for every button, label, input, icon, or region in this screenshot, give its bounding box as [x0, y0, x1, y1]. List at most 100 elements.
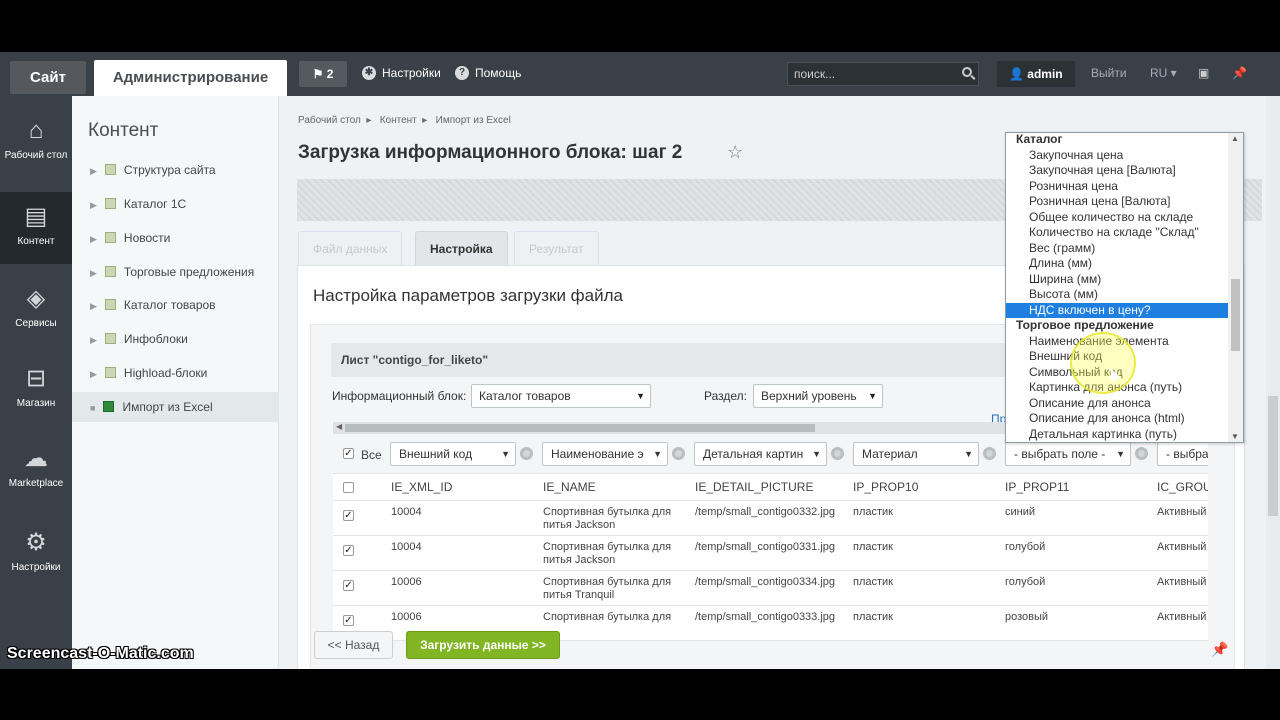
menu-item-infoblocks[interactable]: ▶ Инфоблоки: [72, 324, 279, 354]
breadcrumb-link[interactable]: Контент: [380, 115, 417, 126]
row-checkbox[interactable]: ✓: [343, 615, 354, 626]
document-icon: ▤: [24, 203, 48, 230]
gear-icon[interactable]: [520, 447, 533, 460]
dropdown-option[interactable]: Вес (грамм): [1006, 241, 1230, 257]
field-select-value: Внешний код: [399, 447, 473, 461]
tab-result[interactable]: Результат: [514, 231, 599, 266]
dropdown-option-selected[interactable]: НДС включен в цену?: [1006, 302, 1230, 318]
field-dropdown-list[interactable]: Каталог Закупочная цена Закупочная цена …: [1005, 132, 1244, 443]
table-row[interactable]: ✓ 10006 Спортивная бутылка для питья Tra…: [333, 571, 1208, 606]
dropdown-option[interactable]: Закупочная цена [Валюта]: [1006, 163, 1230, 179]
menu-item-site-structure[interactable]: ▶ Структура сайта: [72, 155, 279, 185]
iblock-label: Информационный блок:: [332, 389, 467, 403]
gear-icon[interactable]: [1135, 447, 1148, 460]
column-header: IE_DETAIL_PICTURE: [695, 480, 814, 494]
field-select-4[interactable]: Материал ▼: [853, 442, 979, 466]
dropdown-option[interactable]: Ширина (мм): [1006, 272, 1230, 288]
folder-icon: [104, 266, 116, 277]
language-select[interactable]: RU ▾: [1150, 66, 1177, 80]
menu-settings[interactable]: ⚙ Настройки: [0, 530, 72, 574]
dropdown-option[interactable]: Количество на складе "Склад": [1006, 225, 1230, 241]
header-checkbox[interactable]: [343, 482, 354, 493]
column-header: IC_GROU: [1157, 480, 1208, 494]
menu-item-news[interactable]: ▶ Новости: [72, 223, 279, 253]
search-icon[interactable]: [962, 67, 972, 77]
row-checkbox[interactable]: ✓: [343, 580, 354, 591]
dropdown-option[interactable]: Описание для анонса (html): [1006, 411, 1230, 427]
breadcrumb-link[interactable]: Рабочий стол: [298, 115, 361, 126]
menu-services[interactable]: ◈ Сервисы: [0, 286, 72, 330]
gear-icon[interactable]: [831, 447, 844, 460]
menu-shop[interactable]: ⊟ Магазин: [0, 366, 72, 410]
row-checkbox[interactable]: ✓: [343, 545, 354, 556]
iblock-select[interactable]: Каталог товаров ▼: [471, 384, 651, 408]
tab-settings[interactable]: Настройка: [415, 231, 508, 266]
select-all-checkbox[interactable]: ✓: [343, 448, 354, 459]
page-scrollbar[interactable]: [1266, 96, 1280, 669]
load-data-button[interactable]: Загрузить данные >>: [406, 631, 560, 659]
star-icon[interactable]: ☆: [727, 142, 743, 163]
menu-item-highload[interactable]: ▶ Highload-блоки: [72, 358, 279, 388]
dropdown-option[interactable]: Детальная картинка (путь): [1006, 427, 1230, 443]
expand-arrow-icon[interactable]: ▶: [90, 166, 97, 176]
breadcrumb-link[interactable]: Импорт из Excel: [436, 115, 511, 126]
dropdown-scrollbar[interactable]: ▲ ▼: [1228, 133, 1243, 442]
expand-arrow-icon[interactable]: ▶: [90, 234, 97, 244]
menu-content[interactable]: ▤ Контент: [0, 192, 72, 264]
scroll-thumb[interactable]: [1268, 396, 1278, 516]
expand-arrow-icon[interactable]: ▶: [90, 200, 97, 210]
field-select-6[interactable]: - выбра: [1157, 442, 1208, 466]
menu-label: Магазин: [16, 398, 56, 409]
cursor-highlight: [1070, 332, 1136, 394]
scroll-up-icon[interactable]: ▲: [1231, 134, 1239, 143]
expand-arrow-icon[interactable]: ▶: [90, 369, 97, 379]
settings-link[interactable]: ✱ Настройки: [362, 66, 441, 80]
tab-data-file[interactable]: Файл данных: [298, 231, 403, 266]
expand-arrow-icon[interactable]: ▶: [90, 301, 97, 311]
dropdown-option[interactable]: Описание для анонса: [1006, 396, 1230, 412]
dropdown-group: Торговое предложение: [1016, 318, 1154, 332]
scroll-left-icon[interactable]: ◀: [336, 422, 342, 431]
expand-arrow-icon[interactable]: ▶: [90, 268, 97, 278]
admin-tab[interactable]: Администрирование: [94, 60, 287, 96]
expand-arrow-icon[interactable]: ▶: [90, 335, 97, 345]
field-select-1[interactable]: Внешний код ▼: [390, 442, 516, 466]
table-cell: Спортивная бутылка для питья Tranquil: [543, 576, 672, 601]
dropdown-option[interactable]: Розничная цена: [1006, 179, 1230, 195]
table-row[interactable]: ✓ 10004 Спортивная бутылка для питья Jac…: [333, 536, 1208, 571]
menu-marketplace[interactable]: ☁ Marketplace: [0, 446, 72, 490]
user-button[interactable]: 👤 admin: [997, 61, 1075, 87]
dropdown-option[interactable]: Розничная цена [Валюта]: [1006, 194, 1230, 210]
pin-icon[interactable]: 📌: [1232, 66, 1247, 80]
row-checkbox[interactable]: ✓: [343, 510, 354, 521]
dropdown-option[interactable]: Закупочная цена: [1006, 148, 1230, 164]
field-select-2[interactable]: Наименование э ▼: [542, 442, 668, 466]
field-select-3[interactable]: Детальная картин ▼: [694, 442, 827, 466]
scroll-down-icon[interactable]: ▼: [1231, 432, 1239, 441]
menu-item-excel-import[interactable]: ■ Импорт из Excel: [72, 392, 279, 422]
back-button[interactable]: << Назад: [314, 631, 393, 659]
section-select[interactable]: Верхний уровень ▼: [753, 384, 883, 408]
dropdown-option[interactable]: Высота (мм): [1006, 287, 1230, 303]
menu-item-offers[interactable]: ▶ Торговые предложения: [72, 257, 279, 287]
field-select-5[interactable]: - выбрать поле - ▼: [1005, 442, 1131, 466]
content-menu: Контент ▶ Структура сайта ▶ Каталог 1С ▶ Но…: [72, 96, 279, 669]
scroll-thumb[interactable]: [1231, 279, 1240, 351]
dropdown-option[interactable]: Длина (мм): [1006, 256, 1230, 272]
site-tab[interactable]: Сайт: [10, 61, 86, 94]
search-input[interactable]: поиск...: [787, 62, 979, 86]
logout-link[interactable]: Выйти: [1091, 66, 1127, 80]
scroll-thumb[interactable]: [345, 424, 815, 432]
menu-desktop[interactable]: ⌂ Рабочий стол: [0, 118, 72, 162]
help-link[interactable]: ? Помощь: [455, 66, 521, 80]
table-row[interactable]: ✓ 10004 Спортивная бутылка для питья Jac…: [333, 501, 1208, 536]
pin-icon[interactable]: 📌: [1211, 641, 1228, 658]
gear-icon[interactable]: [983, 447, 996, 460]
window-icon[interactable]: ▣: [1198, 66, 1209, 80]
notifications-button[interactable]: ⚑ 2: [299, 61, 347, 87]
dropdown-option[interactable]: Общее количество на складе: [1006, 210, 1230, 226]
menu-item-label: Каталог товаров: [123, 298, 216, 312]
menu-item-catalog[interactable]: ▶ Каталог товаров: [72, 290, 279, 320]
gear-icon[interactable]: [672, 447, 685, 460]
menu-item-catalog-1c[interactable]: ▶ Каталог 1С: [72, 189, 279, 219]
